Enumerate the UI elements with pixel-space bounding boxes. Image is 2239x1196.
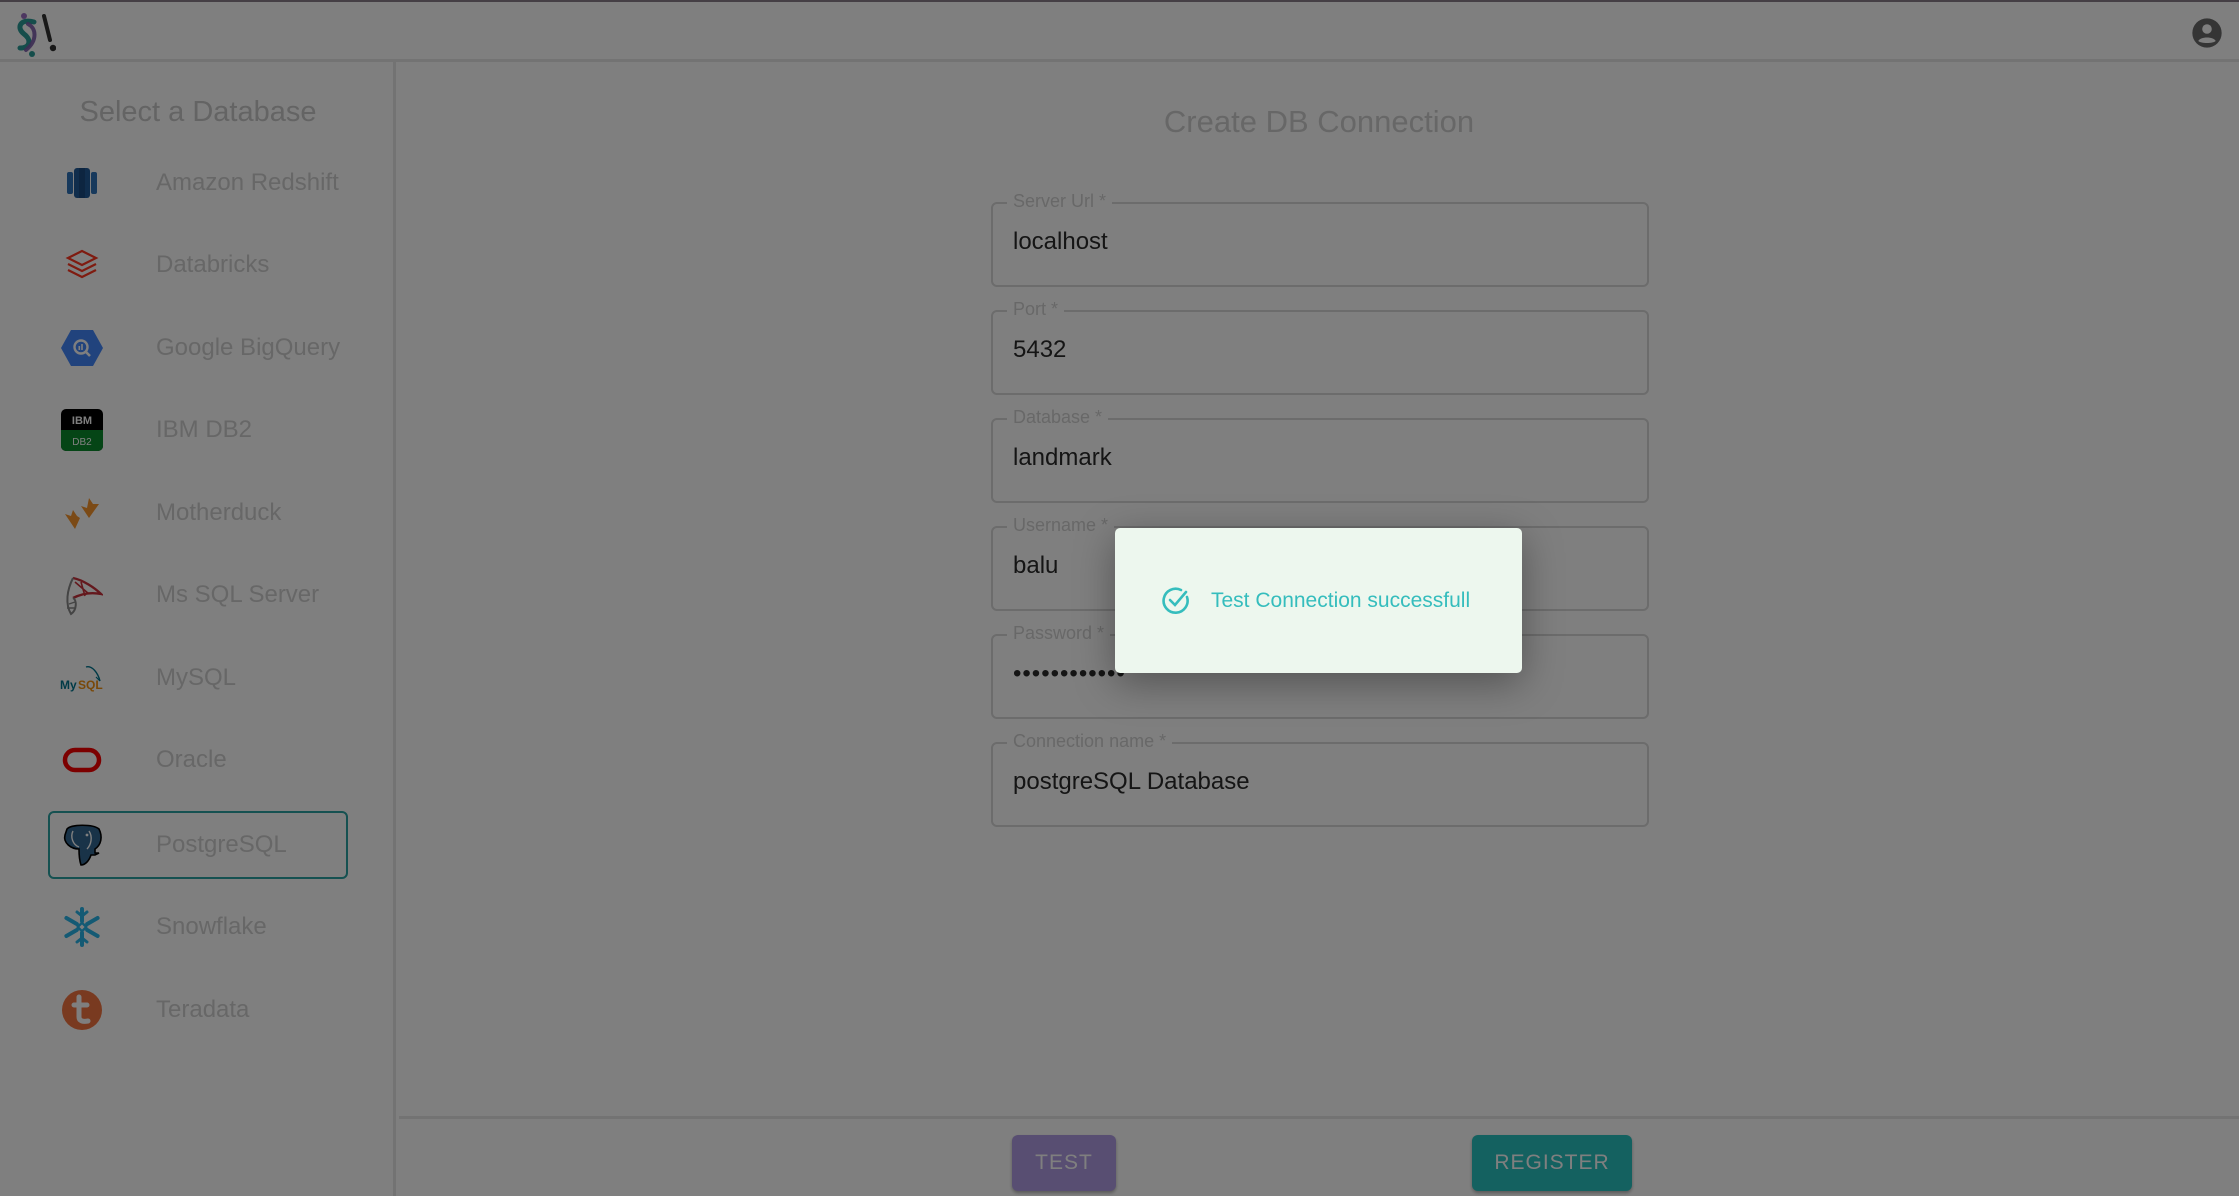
check-circle-icon: [1162, 586, 1189, 614]
test-connection-dialog: Test Connection successfull: [1115, 528, 1522, 673]
dialog-message: Test Connection successfull: [1211, 588, 1471, 612]
